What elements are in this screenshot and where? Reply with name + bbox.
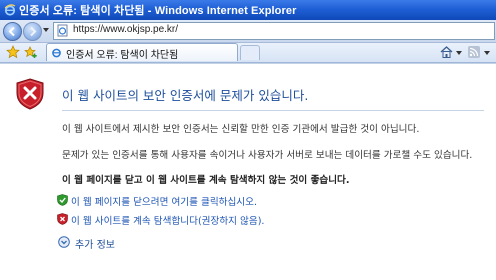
window-title-bar[interactable]: 인증서 오류: 탐색이 차단됨 - Windows Internet Explo… [0, 0, 496, 20]
new-tab-button[interactable] [240, 45, 260, 60]
red-shield-x-icon [57, 213, 68, 225]
recommendation-text: 이 웹 페이지를 닫고 이 웹 사이트를 계속 탐색하지 않는 것이 좋습니다. [62, 175, 350, 186]
page-icon [57, 24, 68, 37]
feeds-dropdown[interactable] [484, 51, 490, 55]
tab-toolbar: 인증서 오류: 탐색이 차단됨 [0, 43, 496, 63]
back-arrow-icon [8, 26, 15, 37]
error-page: 이 웹 사이트의 보안 인증서에 문제가 있습니다. 이 웹 사이트에서 제시한… [0, 63, 496, 280]
tab-certificate-error[interactable]: 인증서 오류: 탐색이 차단됨 [46, 43, 238, 61]
home-icon[interactable] [440, 46, 453, 58]
description-text-2: 문제가 있는 인증서를 통해 사용자를 속이거나 사용자가 서버로 보내는 데이… [62, 150, 473, 161]
address-toolbar: https://www.okjsp.pe.kr/ [0, 20, 496, 43]
heading-divider [62, 110, 484, 111]
address-bar[interactable]: https://www.okjsp.pe.kr/ [53, 22, 495, 40]
tab-label: 인증서 오류: 탐색이 차단됨 [66, 50, 179, 61]
url-text: https://www.okjsp.pe.kr/ [73, 24, 179, 35]
page-heading: 이 웹 사이트의 보안 인증서에 문제가 있습니다. [62, 88, 309, 103]
description-text-1: 이 웹 사이트에서 제시한 보안 인증서는 신뢰할 만한 인증 기관에서 발급한… [62, 124, 420, 135]
expand-info-icon[interactable] [58, 236, 70, 248]
close-page-link[interactable]: 이 웹 페이지를 닫으려면 여기를 클릭하십시오. [71, 194, 257, 208]
rss-icon[interactable] [468, 46, 480, 58]
home-dropdown[interactable] [456, 51, 462, 55]
shield-error-icon [16, 78, 44, 110]
more-information-link[interactable]: 추가 정보 [75, 236, 115, 251]
add-favorites-icon[interactable] [24, 45, 38, 59]
star-icon[interactable] [6, 45, 20, 59]
green-shield-check-icon [57, 194, 68, 206]
recent-pages-dropdown[interactable] [43, 28, 49, 32]
continue-to-website-link[interactable]: 이 웹 사이트를 계속 탐색합니다(권장하지 않음). [71, 213, 264, 227]
forward-arrow-icon [30, 26, 37, 37]
back-button[interactable] [3, 22, 22, 41]
window-title: 인증서 오류: 탐색이 차단됨 - Windows Internet Explo… [19, 5, 297, 17]
ie-page-icon [52, 48, 61, 58]
forward-button[interactable] [23, 22, 42, 41]
ie-logo-icon [4, 4, 16, 16]
